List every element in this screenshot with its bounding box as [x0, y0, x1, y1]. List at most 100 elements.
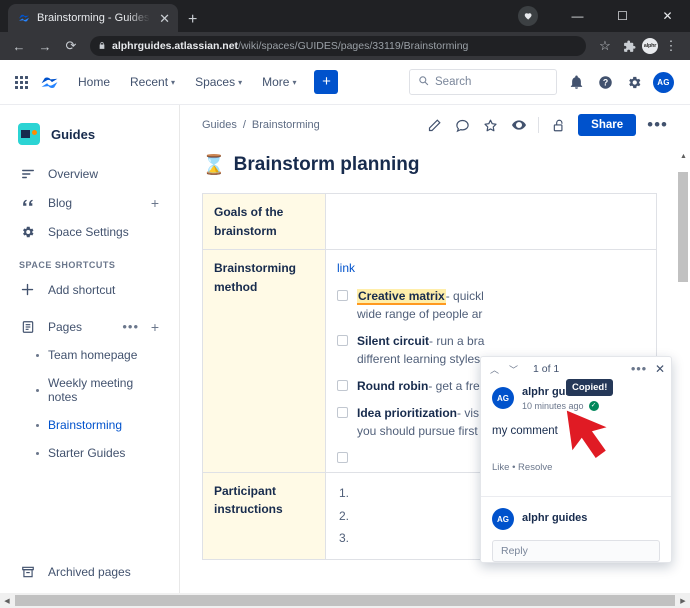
- nav-item-home[interactable]: Home: [70, 70, 118, 94]
- create-button[interactable]: +: [314, 70, 339, 94]
- next-comment-icon[interactable]: ﹀: [507, 363, 520, 376]
- nav-item-more[interactable]: More ▾: [254, 70, 304, 94]
- reply-author-name: alphr guides: [522, 512, 588, 525]
- checkbox[interactable]: [337, 379, 348, 391]
- window-maximize-button[interactable]: ☐: [600, 0, 645, 32]
- star-icon[interactable]: [482, 117, 499, 134]
- checkbox[interactable]: [337, 334, 348, 346]
- address-bar[interactable]: alphrguides.atlassian.net/wiki/spaces/GU…: [90, 36, 586, 56]
- space-name-label: Guides: [51, 126, 96, 142]
- share-button[interactable]: Share: [578, 114, 637, 136]
- scroll-right-arrow-icon[interactable]: ▶: [676, 593, 690, 608]
- breadcrumb-page[interactable]: Brainstorming: [252, 119, 320, 131]
- checklist-item-text: Creative matrix- quickl wide range of pe…: [357, 287, 484, 323]
- checkbox[interactable]: [337, 451, 348, 463]
- sidebar-item-space-settings[interactable]: Space Settings: [0, 217, 179, 246]
- overview-icon: [19, 165, 36, 182]
- lock-icon[interactable]: [550, 117, 567, 134]
- browser-menu-icon[interactable]: ⋮: [660, 35, 682, 57]
- lock-icon: [98, 41, 106, 52]
- table-header-cell: Goals of the brainstorm: [202, 192, 326, 251]
- sidebar-item-team-homepage[interactable]: Team homepage: [0, 341, 179, 369]
- avatar[interactable]: AG: [492, 508, 514, 530]
- page-title-text: Brainstorm planning: [233, 154, 420, 175]
- horizontal-scrollbar-thumb[interactable]: [15, 595, 675, 606]
- reply-input[interactable]: Reply: [492, 540, 660, 562]
- sidebar-item-archived-pages[interactable]: Archived pages: [0, 557, 179, 586]
- nav-item-spaces[interactable]: Spaces ▾: [187, 70, 250, 94]
- scroll-left-arrow-icon[interactable]: ◀: [0, 593, 14, 608]
- back-button-icon[interactable]: ←: [8, 35, 30, 57]
- plus-icon: [19, 281, 36, 298]
- window-profile-icon[interactable]: [518, 6, 538, 26]
- page-more-icon[interactable]: •••: [647, 116, 668, 133]
- actions-divider: [538, 117, 540, 133]
- bullet-icon: [36, 353, 39, 357]
- browser-title-bar: Brainstorming - Guides - Conflue ✕ + — ☐…: [0, 0, 690, 32]
- sidebar-item-team-homepage-label: Team homepage: [48, 348, 138, 362]
- scroll-up-arrow-icon[interactable]: ▲: [677, 150, 690, 163]
- checkbox[interactable]: [337, 406, 348, 418]
- nav-item-home-label: Home: [78, 75, 111, 89]
- help-icon[interactable]: ?: [595, 72, 615, 92]
- window-close-button[interactable]: ✕: [645, 0, 690, 32]
- checklist-item-text: Round robin- get a fres: [357, 377, 486, 395]
- pencil-icon[interactable]: [426, 117, 443, 134]
- like-button[interactable]: Like: [492, 462, 509, 473]
- confluence-favicon-icon: [17, 12, 30, 25]
- resolve-button[interactable]: Resolve: [518, 462, 552, 473]
- comment-more-icon[interactable]: •••: [631, 362, 647, 374]
- user-avatar[interactable]: AG: [653, 71, 674, 93]
- sidebar-item-brainstorming[interactable]: Brainstorming: [0, 411, 179, 439]
- highlighted-comment-text[interactable]: Creative matrix: [357, 288, 446, 305]
- sidebar-item-overview[interactable]: Overview: [0, 159, 179, 188]
- browser-toolbar: ← → ⟳ alphrguides.atlassian.net/wiki/spa…: [0, 32, 690, 60]
- window-minimize-button[interactable]: —: [555, 0, 600, 32]
- nav-item-recent[interactable]: Recent ▾: [122, 70, 183, 94]
- table-body-cell[interactable]: [325, 192, 657, 251]
- blog-quote-icon: [19, 194, 36, 211]
- search-input[interactable]: Search: [409, 69, 557, 95]
- tab-close-icon[interactable]: ✕: [157, 12, 172, 25]
- pages-more-icon[interactable]: •••: [122, 320, 139, 333]
- sidebar-item-starter-guides[interactable]: Starter Guides: [0, 439, 179, 467]
- checklist-item-rest: - run a bra: [429, 333, 485, 348]
- reload-button-icon[interactable]: ⟳: [60, 35, 82, 57]
- sidebar-item-pages[interactable]: Pages ••• +: [0, 312, 179, 341]
- confluence-logo-icon[interactable]: [36, 71, 62, 93]
- avatar[interactable]: AG: [492, 387, 514, 410]
- checkbox[interactable]: [337, 289, 348, 301]
- link-text[interactable]: link: [337, 259, 645, 278]
- forward-button-icon[interactable]: →: [34, 35, 56, 57]
- browser-window: Brainstorming - Guides - Conflue ✕ + — ☐…: [0, 0, 690, 608]
- space-header[interactable]: Guides: [0, 117, 179, 159]
- sidebar-item-add-shortcut[interactable]: Add shortcut: [0, 275, 179, 304]
- page-vertical-scrollbar[interactable]: ▲ ▼: [677, 150, 690, 608]
- notifications-bell-icon[interactable]: [566, 72, 586, 92]
- app-switcher-icon[interactable]: [10, 71, 32, 93]
- add-page-icon[interactable]: +: [151, 320, 159, 334]
- sidebar-item-weekly-meeting-notes[interactable]: Weekly meeting notes: [0, 369, 179, 411]
- sidebar-item-blog[interactable]: Blog +: [0, 188, 179, 217]
- extensions-puzzle-icon[interactable]: [618, 35, 640, 57]
- nav-item-spaces-label: Spaces: [195, 75, 236, 89]
- comment-icon[interactable]: [454, 117, 471, 134]
- previous-comment-icon[interactable]: ︿: [488, 363, 501, 376]
- nav-item-more-label: More: [262, 75, 290, 89]
- eye-icon[interactable]: [510, 117, 527, 134]
- browser-tab[interactable]: Brainstorming - Guides - Conflue ✕: [8, 4, 178, 32]
- bookmark-star-icon[interactable]: ☆: [594, 35, 616, 57]
- checklist-item[interactable]: Creative matrix- quickl wide range of pe…: [337, 287, 645, 323]
- vertical-scrollbar-thumb[interactable]: [678, 172, 688, 282]
- gear-icon[interactable]: [624, 72, 644, 92]
- add-blog-icon[interactable]: +: [151, 196, 159, 210]
- page-title: ⌛ Brainstorm planning: [202, 139, 690, 193]
- sidebar-item-blog-label: Blog: [48, 195, 73, 210]
- browser-profile-avatar[interactable]: alphr: [642, 38, 658, 54]
- breadcrumb-space[interactable]: Guides: [202, 119, 237, 131]
- close-icon[interactable]: ✕: [655, 363, 665, 375]
- sidebar-item-pages-label: Pages: [48, 319, 83, 334]
- new-tab-button[interactable]: +: [188, 12, 197, 28]
- comment-reply-section: AG alphr guides Reply: [481, 496, 671, 562]
- page-horizontal-scrollbar[interactable]: ◀ ▶: [0, 593, 690, 608]
